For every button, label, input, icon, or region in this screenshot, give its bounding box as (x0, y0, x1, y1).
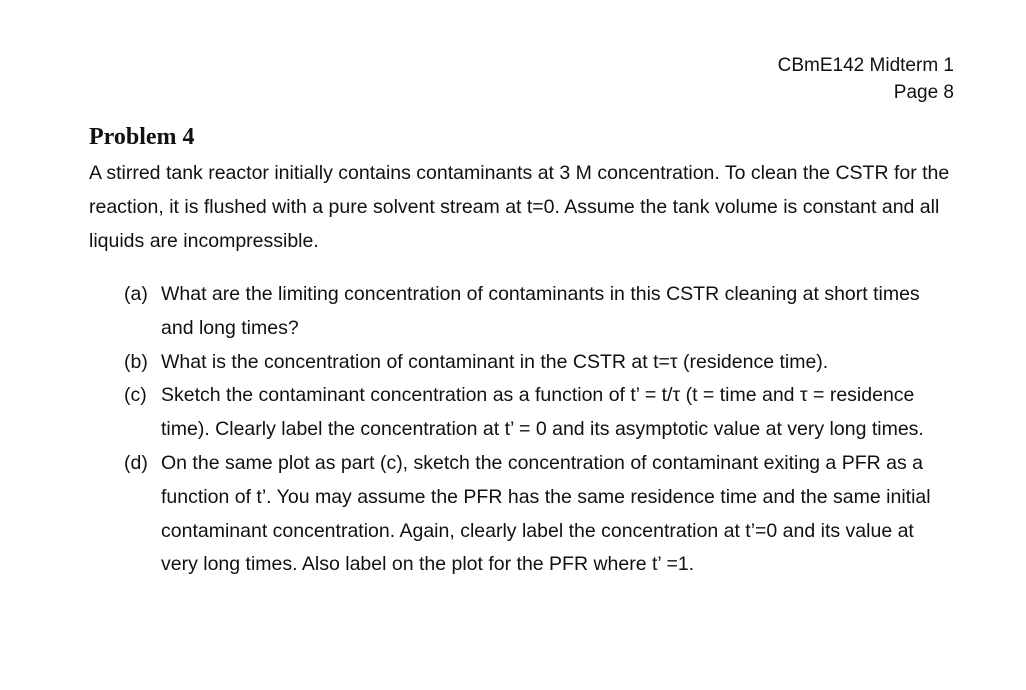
question-a: (a) What are the limiting concentration … (124, 278, 954, 346)
question-a-text: What are the limiting concentration of c… (161, 283, 920, 339)
question-c: (c) Sketch the contaminant concentration… (124, 379, 954, 447)
question-d: (d) On the same plot as part (c), sketch… (124, 447, 954, 582)
course-title: CBmE142 Midterm 1 (777, 55, 954, 76)
question-b: (b) What is the concentration of contami… (124, 346, 954, 380)
question-b-label: (b) (124, 350, 148, 373)
page-number: Page 8 (893, 82, 954, 103)
page-header: CBmE142 Midterm 1 Page 8 (778, 52, 954, 106)
question-b-text: What is the concentration of contaminant… (161, 350, 829, 373)
question-c-text: Sketch the contaminant concentration as … (161, 384, 924, 441)
question-d-text: On the same plot as part (c), sketch the… (161, 451, 931, 576)
problem-intro: A stirred tank reactor initially contain… (89, 162, 950, 252)
question-d-label: (d) (124, 451, 148, 474)
question-a-label: (a) (124, 283, 148, 305)
question-c-label: (c) (124, 384, 147, 407)
exam-page: CBmE142 Midterm 1 Page 8 Problem 4 A sti… (0, 0, 1026, 690)
problem-title: Problem 4 (89, 124, 195, 150)
question-list: (a) What are the limiting concentration … (124, 278, 954, 582)
